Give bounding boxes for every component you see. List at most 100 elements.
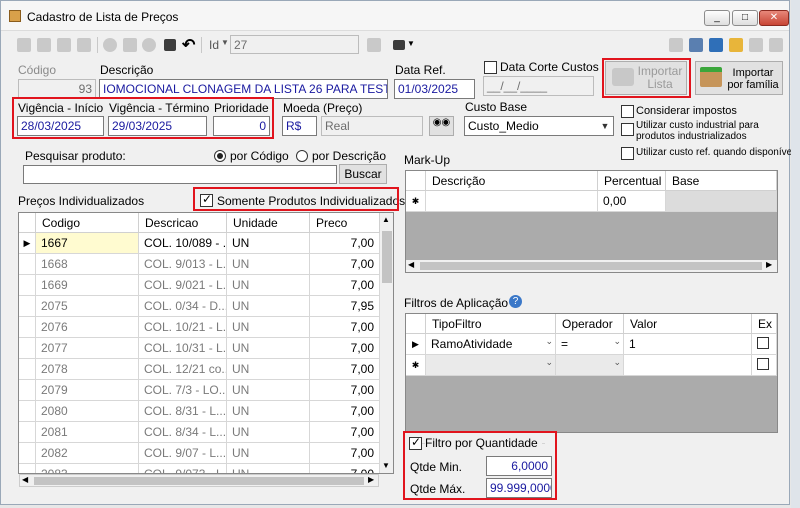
precos-descricao-cell[interactable]: COL. 12/21 co... bbox=[139, 359, 227, 380]
id-dropdown-icon[interactable]: ▼ bbox=[221, 38, 229, 47]
chevron-down-icon[interactable]: ⌄ bbox=[613, 336, 621, 347]
row-header[interactable] bbox=[19, 464, 36, 473]
markup-descricao-cell[interactable] bbox=[426, 191, 598, 212]
precos-preco-cell[interactable]: 7,00 bbox=[310, 254, 380, 275]
precos-descricao-cell[interactable]: COL. 7/3 - LO... bbox=[139, 380, 227, 401]
precos-unidade-cell[interactable]: UN bbox=[227, 464, 310, 473]
precos-descricao-cell[interactable]: COL. 10/089 - ... bbox=[139, 233, 227, 254]
data-corte-field[interactable]: __/__/____ bbox=[483, 76, 594, 96]
filtro-ex-cell[interactable] bbox=[752, 334, 777, 355]
col-header-unidade[interactable]: Unidade bbox=[227, 213, 310, 233]
filtro-quantidade-checkbox[interactable] bbox=[409, 435, 422, 450]
help-icon[interactable]: ? bbox=[509, 295, 522, 308]
precos-preco-cell[interactable]: 7,00 bbox=[310, 401, 380, 422]
custo-base-select[interactable]: Custo_Medio ▼ bbox=[464, 116, 614, 136]
precos-preco-cell[interactable]: 7,00 bbox=[310, 359, 380, 380]
precos-unidade-cell[interactable]: UN bbox=[227, 296, 310, 317]
precos-codigo-cell[interactable]: 2075 bbox=[36, 296, 139, 317]
current-row-indicator[interactable]: ▶ bbox=[19, 233, 36, 254]
chevron-down-icon[interactable]: ⌄ bbox=[545, 357, 553, 368]
considerar-impostos-checkbox[interactable] bbox=[621, 105, 634, 118]
precos-unidade-cell[interactable]: UN bbox=[227, 275, 310, 296]
row-header[interactable] bbox=[19, 422, 36, 443]
note-icon[interactable] bbox=[729, 38, 743, 52]
precos-codigo-cell[interactable]: 1669 bbox=[36, 275, 139, 296]
precos-preco-cell[interactable]: 7,00 bbox=[310, 422, 380, 443]
prioridade-field[interactable]: 0 bbox=[213, 116, 270, 136]
precos-descricao-cell[interactable]: COL. 9/073 - L... bbox=[139, 464, 227, 473]
somente-individualizados-checkbox[interactable] bbox=[200, 192, 213, 207]
precos-unidade-cell[interactable]: UN bbox=[227, 401, 310, 422]
row-header[interactable] bbox=[19, 317, 36, 338]
buscar-button[interactable]: Buscar bbox=[339, 164, 387, 184]
close-button[interactable]: ✕ bbox=[759, 10, 789, 26]
col-header-preco[interactable]: Preco bbox=[310, 213, 380, 233]
codigo-field[interactable]: 93 bbox=[18, 79, 96, 99]
filtro-valor-cell[interactable] bbox=[624, 355, 752, 376]
precos-codigo-cell[interactable]: 1668 bbox=[36, 254, 139, 275]
vigencia-termino-field[interactable]: 29/03/2025 bbox=[108, 116, 207, 136]
precos-scrollbar[interactable]: ▲ ▼ bbox=[380, 213, 393, 473]
precos-unidade-cell[interactable]: UN bbox=[227, 317, 310, 338]
binoculars-button[interactable]: ◉◉ bbox=[429, 116, 454, 136]
hscroll-thumb[interactable] bbox=[34, 477, 364, 485]
col-header-ex[interactable]: Ex bbox=[752, 314, 777, 334]
col-header-base[interactable]: Base bbox=[666, 171, 777, 191]
precos-descricao-cell[interactable]: COL. 0/34 - D... bbox=[139, 296, 227, 317]
first-record-icon[interactable] bbox=[17, 38, 31, 52]
col-header-tipofiltro[interactable]: TipoFiltro bbox=[426, 314, 556, 334]
markup-hscrollbar[interactable]: ◀ ▶ bbox=[406, 260, 777, 272]
previous-record-icon[interactable] bbox=[37, 38, 51, 52]
data-ref-field[interactable]: 01/03/2025 bbox=[394, 79, 475, 99]
col-header-operador[interactable]: Operador bbox=[556, 314, 624, 334]
hscroll-thumb[interactable] bbox=[420, 262, 762, 270]
filtro-valor-cell[interactable]: 1 bbox=[624, 334, 752, 355]
row-header[interactable] bbox=[19, 275, 36, 296]
filtro-operador-cell[interactable]: ⌄ bbox=[556, 355, 624, 376]
precos-codigo-cell[interactable]: 1667 bbox=[36, 233, 139, 254]
print-dropdown-icon[interactable]: ▼ bbox=[407, 39, 415, 48]
vigencia-inicio-field[interactable]: 28/03/2025 bbox=[17, 116, 104, 136]
precos-preco-cell[interactable]: 7,00 bbox=[310, 338, 380, 359]
row-header[interactable] bbox=[19, 254, 36, 275]
precos-codigo-cell[interactable]: 2076 bbox=[36, 317, 139, 338]
row-header[interactable] bbox=[19, 401, 36, 422]
scroll-up-icon[interactable]: ▲ bbox=[382, 215, 390, 224]
precos-descricao-cell[interactable]: COL. 9/07 - L... bbox=[139, 443, 227, 464]
precos-preco-cell[interactable]: 7,00 bbox=[310, 443, 380, 464]
search-input[interactable] bbox=[23, 165, 337, 184]
col-header-percentual[interactable]: Percentual bbox=[598, 171, 666, 191]
col-header-descricao[interactable]: Descrição bbox=[426, 171, 598, 191]
qtde-min-field[interactable]: 6,0000 bbox=[486, 456, 552, 476]
row-header[interactable] bbox=[19, 338, 36, 359]
maximize-button[interactable]: □ bbox=[732, 10, 758, 26]
filtro-ex-checkbox[interactable] bbox=[757, 358, 769, 370]
scroll-down-icon[interactable]: ▼ bbox=[382, 461, 390, 470]
custo-industrial-checkbox[interactable] bbox=[621, 123, 634, 136]
precos-codigo-cell[interactable]: 2082 bbox=[36, 443, 139, 464]
user-icon[interactable] bbox=[749, 38, 763, 52]
precos-descricao-cell[interactable]: COL. 9/013 - L... bbox=[139, 254, 227, 275]
precos-descricao-cell[interactable]: COL. 8/31 - L... bbox=[139, 401, 227, 422]
qtde-max-field[interactable]: 99.999,0000 bbox=[486, 478, 552, 498]
precos-descricao-cell[interactable]: COL. 9/021 - L... bbox=[139, 275, 227, 296]
importar-lista-button[interactable]: Importar Lista bbox=[605, 61, 687, 95]
precos-unidade-cell[interactable]: UN bbox=[227, 338, 310, 359]
minimize-button[interactable]: _ bbox=[704, 10, 730, 26]
grid-view-icon[interactable] bbox=[367, 38, 381, 52]
filtro-tipo-cell[interactable]: RamoAtividade ⌄ bbox=[426, 334, 556, 355]
filtro-tipo-cell[interactable]: ⌄ bbox=[426, 355, 556, 376]
refresh-icon[interactable] bbox=[709, 38, 723, 52]
chevron-down-icon[interactable]: ⌄ bbox=[613, 357, 621, 368]
precos-unidade-cell[interactable]: UN bbox=[227, 443, 310, 464]
scroll-left-icon[interactable]: ◀ bbox=[22, 475, 28, 484]
radio-por-descricao[interactable] bbox=[296, 150, 308, 162]
importar-familia-button[interactable]: Importar por família bbox=[695, 61, 783, 95]
edit-icon[interactable] bbox=[123, 38, 137, 52]
scroll-right-icon[interactable]: ▶ bbox=[766, 260, 772, 269]
row-header[interactable] bbox=[19, 380, 36, 401]
precos-hscrollbar[interactable]: ◀ ▶ bbox=[19, 474, 379, 487]
undo-icon[interactable]: ↶ bbox=[182, 35, 195, 55]
chevron-down-icon[interactable]: ⌄ bbox=[545, 336, 553, 347]
col-header-descricao[interactable]: Descricao bbox=[139, 213, 227, 233]
